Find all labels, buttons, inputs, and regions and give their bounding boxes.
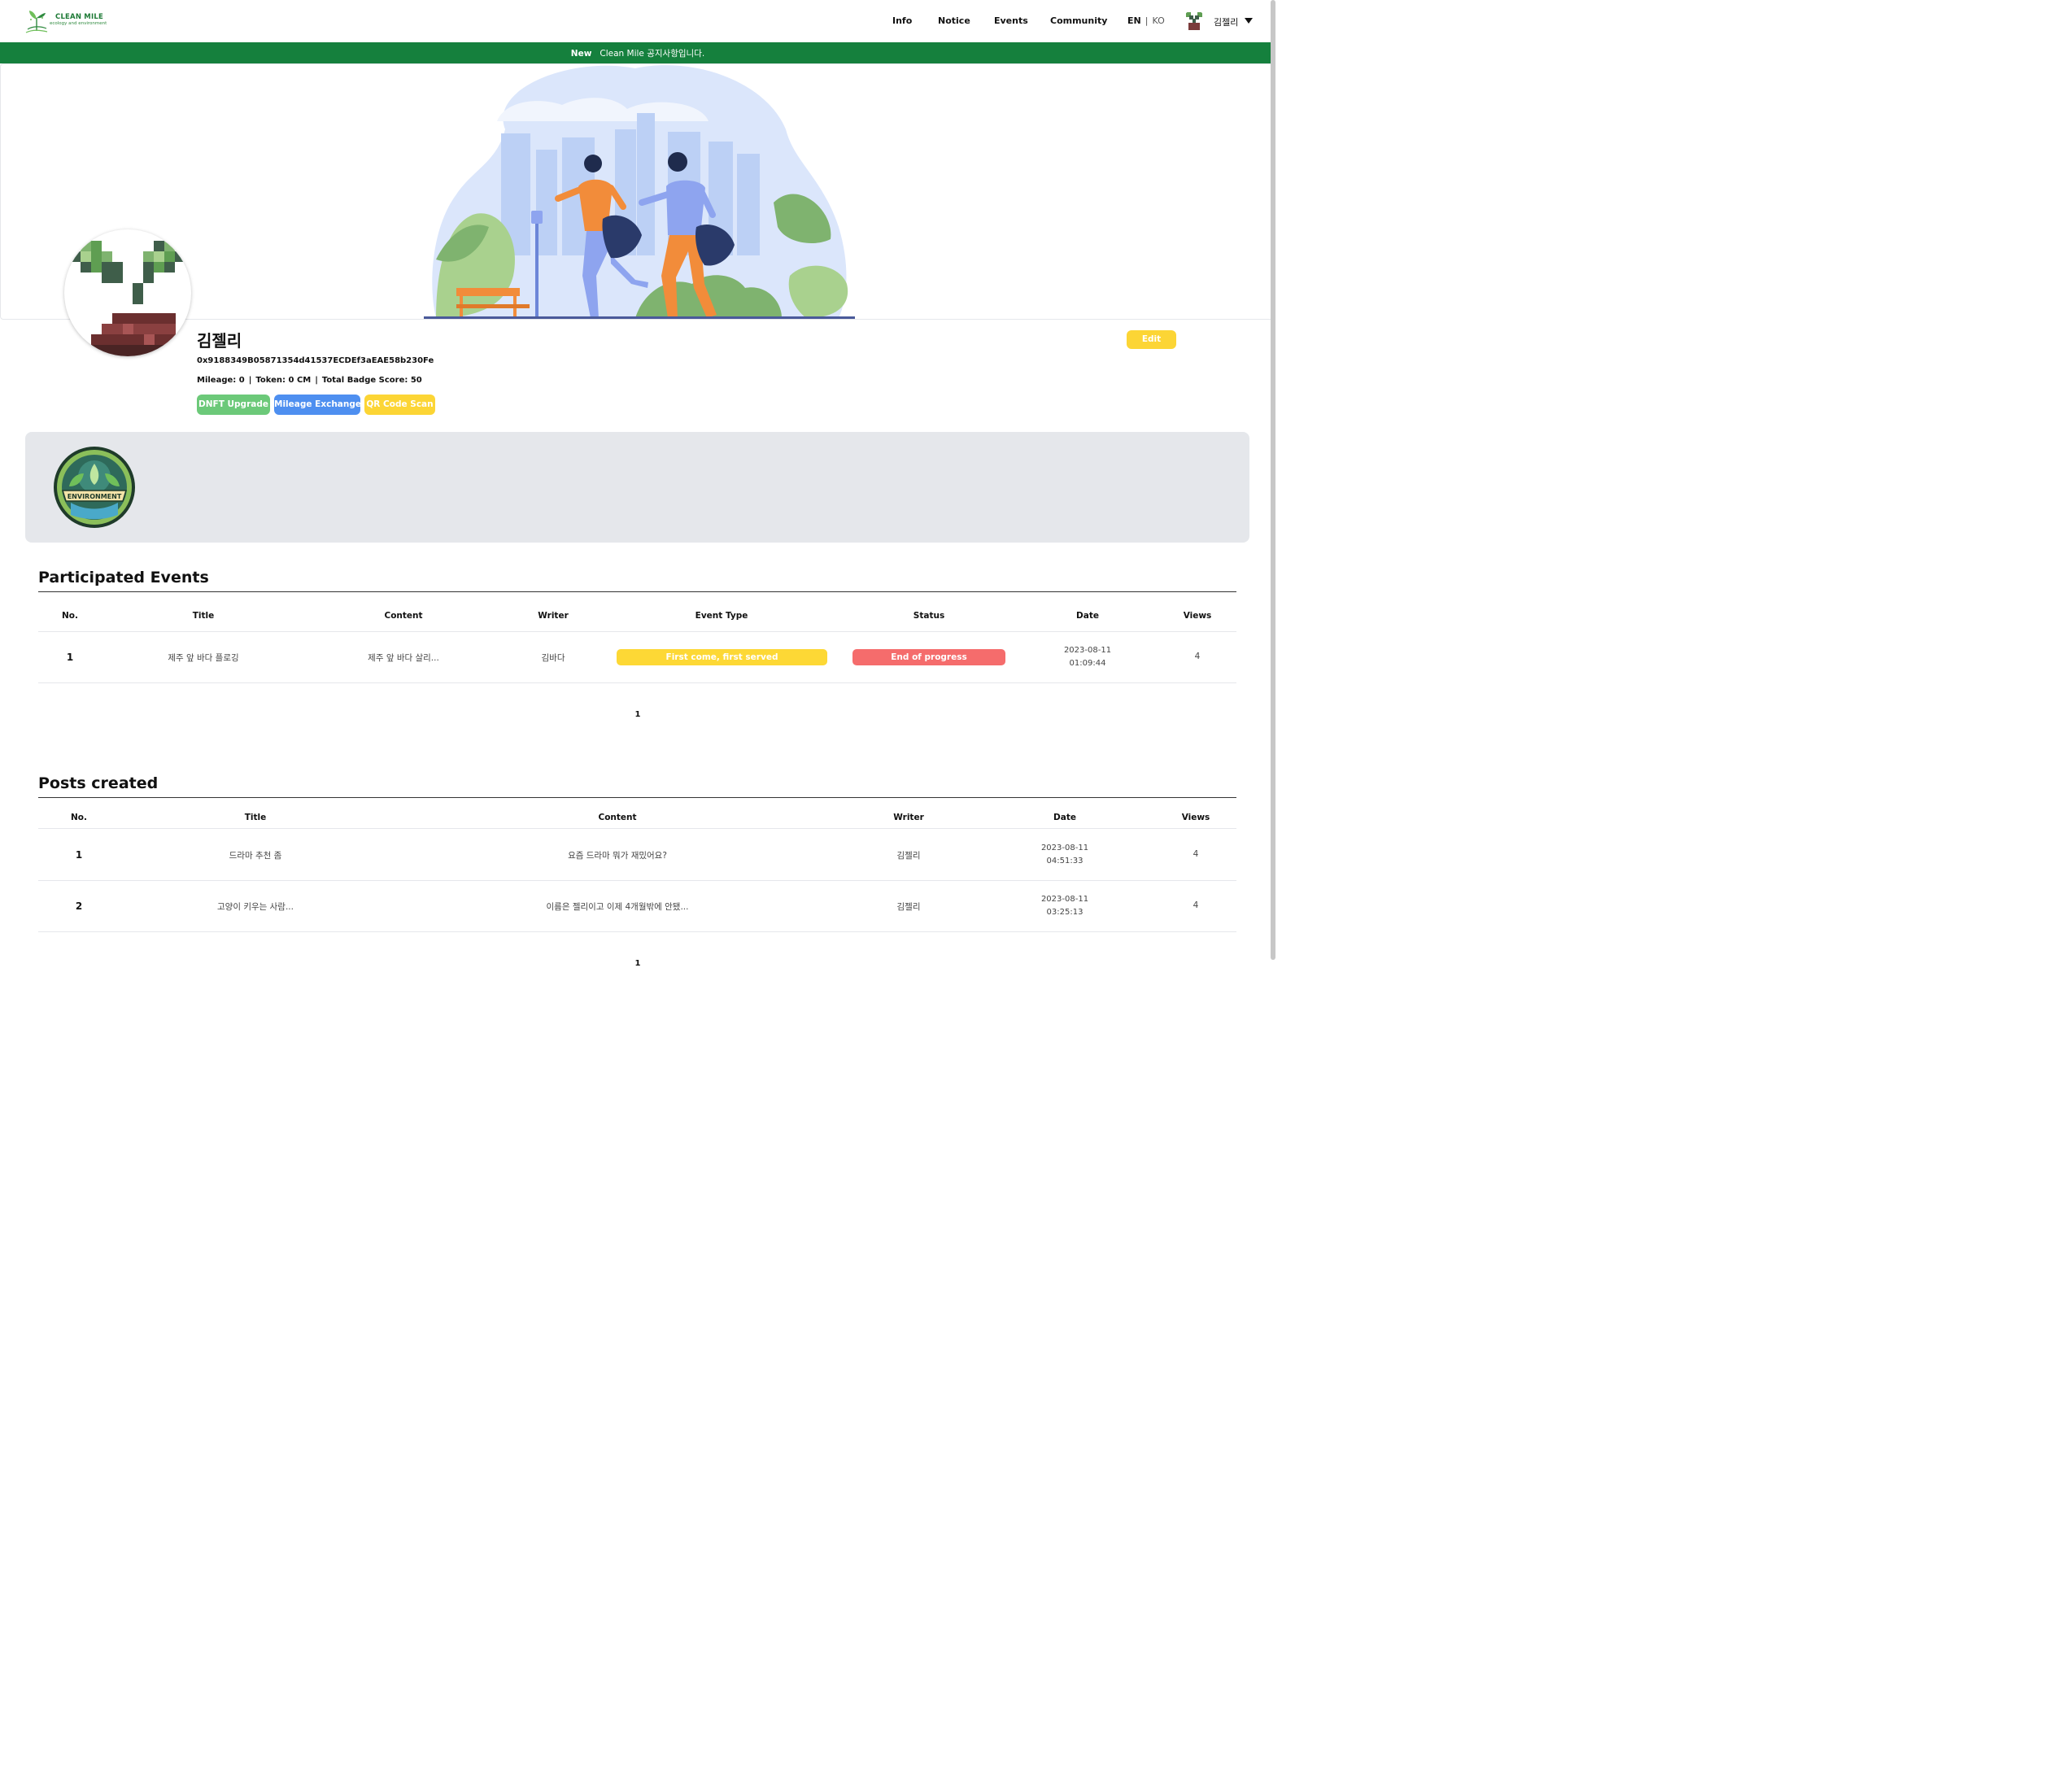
profile-banner: [0, 63, 1274, 320]
badge-text: ENVIRONMENT: [68, 493, 122, 500]
nav-events[interactable]: Events: [994, 15, 1028, 26]
column-header: No.: [62, 611, 78, 621]
section-divider: [38, 591, 1236, 592]
user-name[interactable]: 김젤리: [1214, 15, 1238, 28]
pixel-sprout-avatar-icon: [70, 241, 185, 356]
column-header: No.: [71, 813, 87, 822]
pixel-sprout-avatar-icon: [1186, 12, 1202, 30]
row-date-time: 03:25:13: [1046, 908, 1084, 917]
section-divider: [38, 797, 1236, 798]
logo-title: CLEAN MILE: [55, 13, 103, 21]
wallet-address: 0x9188349B05871354d41537ECDEf3aEAE58b230…: [197, 356, 434, 365]
sprout-logo-icon: [25, 11, 48, 33]
nav-notice[interactable]: Notice: [938, 15, 970, 26]
row-date-time: 04:51:33: [1046, 857, 1084, 865]
row-content: 요즘 드라마 뭐가 재밌어요?: [568, 851, 667, 861]
caret-down-icon[interactable]: [1245, 18, 1253, 24]
event-type-badge: First come, first served: [617, 649, 827, 665]
mileage-exchange-button[interactable]: Mileage Exchange: [274, 395, 361, 415]
profile-stats: Mileage: 0 | Token: 0 CM | Total Badge Score…: [197, 376, 422, 385]
row-divider: [38, 931, 1236, 932]
clean-mile-logo[interactable]: CLEAN MILE ecology and environment: [24, 8, 114, 34]
notice-tag: New: [570, 49, 592, 59]
row-date-time: 01:09:44: [1069, 659, 1106, 668]
page-scrollbar[interactable]: [1271, 0, 1275, 960]
row-content: 이름은 젤리이고 이제 4개월밖에 안됐...: [546, 902, 689, 912]
row-content: 제주 앞 바다 살리...: [368, 653, 439, 663]
nav-info[interactable]: Info: [892, 15, 912, 26]
environment-badge-icon[interactable]: ENVIRONMENT: [53, 446, 136, 529]
column-header: Event Type: [695, 611, 748, 621]
column-header: Date: [1053, 813, 1076, 822]
badge-score-value: Total Badge Score: 50: [321, 376, 422, 385]
qr-code-scan-button[interactable]: QR Code Scan: [364, 395, 435, 415]
row-writer: 김바다: [541, 653, 565, 663]
badge-panel: ENVIRONMENT: [25, 432, 1249, 543]
row-divider: [38, 682, 1236, 683]
row-date-day: 2023-08-11: [1040, 844, 1089, 852]
token-value: Token: 0 CM: [255, 376, 312, 385]
row-divider: [38, 631, 1236, 632]
plogging-illustration: [424, 65, 855, 319]
row-views: 4: [1193, 900, 1199, 910]
dnft-upgrade-button[interactable]: DNFT Upgrade: [197, 395, 270, 415]
stats-separator: |: [315, 376, 318, 385]
column-header: Views: [1181, 813, 1210, 822]
status-badge: End of progress: [852, 649, 1005, 665]
profile-name: 김젤리: [197, 331, 242, 351]
column-header: Date: [1076, 611, 1099, 621]
notice-text: Clean Mile 공지사항입니다.: [600, 49, 705, 59]
posts-pagination-page[interactable]: 1: [635, 959, 641, 968]
row-divider: [38, 880, 1236, 881]
column-header: Writer: [538, 611, 569, 621]
lang-separator: |: [1145, 15, 1149, 26]
logo-subtitle: ecology and environment: [50, 21, 107, 26]
top-navbar: CLEAN MILE ecology and environment Info …: [0, 0, 1275, 42]
nav-community[interactable]: Community: [1050, 15, 1107, 26]
column-header: Content: [384, 611, 423, 621]
row-views: 4: [1194, 652, 1201, 661]
row-number: 1: [75, 849, 83, 861]
language-switch: EN | KO: [1127, 15, 1165, 26]
column-header: Views: [1183, 611, 1212, 621]
row-date-day: 2023-08-11: [1040, 895, 1089, 904]
row-divider: [38, 828, 1236, 829]
row-date: 2023-08-11 03:25:13: [1041, 893, 1088, 919]
row-date: 2023-08-11 01:09:44: [1064, 644, 1111, 670]
column-header: Status: [913, 611, 945, 621]
stats-separator: |: [248, 376, 252, 385]
row-writer: 김젤리: [896, 902, 921, 912]
lang-ko[interactable]: KO: [1152, 15, 1164, 26]
row-number: 2: [75, 900, 83, 912]
posts-created-title: Posts created: [38, 774, 159, 792]
row-title[interactable]: 제주 앞 바다 플로깅: [168, 652, 238, 664]
row-title[interactable]: 고양이 키우는 사람...: [217, 900, 294, 913]
mileage-value: Mileage: 0: [197, 376, 245, 385]
row-title[interactable]: 드라마 추천 좀: [229, 849, 282, 861]
row-writer: 김젤리: [896, 851, 921, 861]
row-date: 2023-08-11 04:51:33: [1041, 842, 1088, 868]
edit-profile-button[interactable]: Edit: [1127, 330, 1176, 349]
row-number: 1: [66, 652, 74, 663]
column-header: Content: [598, 813, 637, 822]
column-header: Title: [192, 611, 215, 621]
lang-en[interactable]: EN: [1127, 15, 1141, 26]
column-header: Writer: [893, 813, 924, 822]
column-header: Title: [244, 813, 267, 822]
participated-events-title: Participated Events: [38, 569, 209, 586]
profile-avatar[interactable]: [64, 229, 191, 356]
events-pagination-page[interactable]: 1: [635, 710, 641, 719]
notice-bar[interactable]: New Clean Mile 공지사항입니다.: [0, 42, 1275, 63]
row-views: 4: [1193, 849, 1199, 859]
user-avatar[interactable]: [1183, 10, 1206, 33]
row-date-day: 2023-08-11: [1063, 646, 1112, 655]
